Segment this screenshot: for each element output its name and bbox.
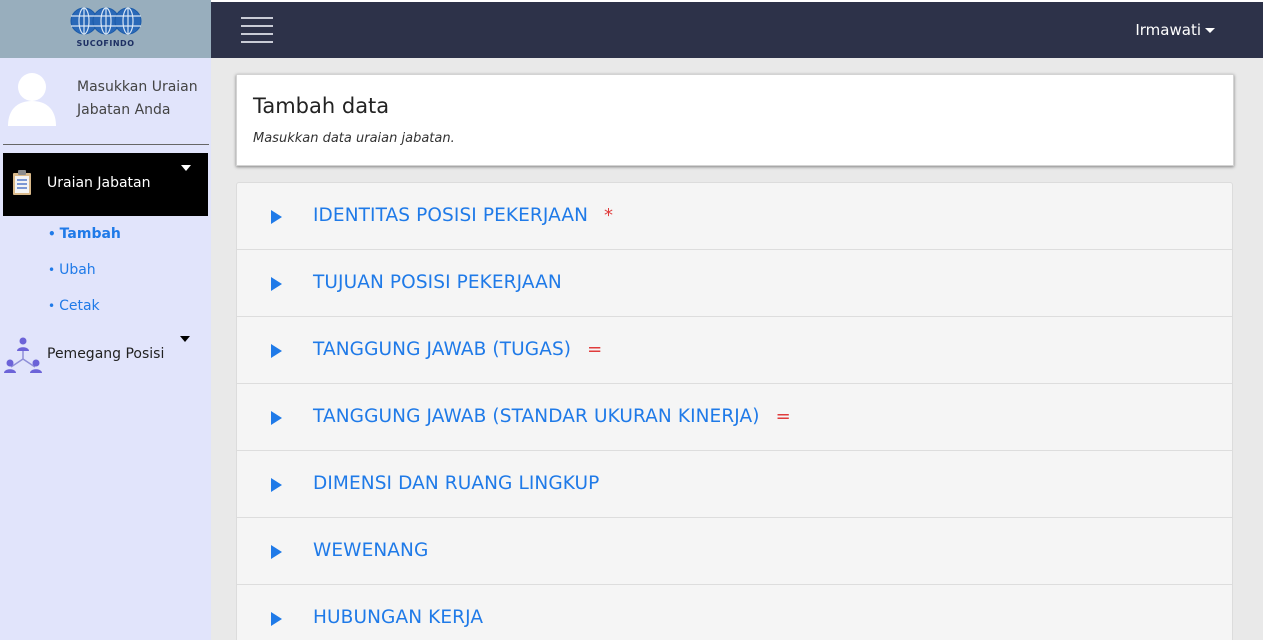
sidebar-item-label: Uraian Jabatan <box>47 175 151 191</box>
play-arrow-icon <box>271 411 282 425</box>
top-navbar: Irmawati <box>211 2 1263 58</box>
logo-text: SUCOFINDO <box>76 39 135 48</box>
accordion-item-title: DIMENSI DAN RUANG LINGKUP <box>313 473 600 494</box>
sidebar-item-label: Pemegang Posisi <box>47 346 165 362</box>
page-header-card: Tambah data Masukkan data uraian jabatan… <box>236 74 1234 166</box>
caret-down-icon <box>181 165 191 171</box>
accordion-item-tujuan[interactable]: TUJUAN POSISI PEKERJAAN <box>237 250 1232 317</box>
brand-logo[interactable]: SUCOFINDO <box>0 0 211 58</box>
accordion-item-tanggung-jawab-standar[interactable]: TANGGUNG JAWAB (STANDAR UKURAN KINERJA) = <box>237 384 1232 451</box>
caret-down-icon <box>1205 28 1215 33</box>
section-accordion: IDENTITAS POSISI PEKERJAAN * TUJUAN POSIS… <box>236 182 1233 640</box>
profile-description: Masukkan Uraian Jabatan Anda <box>77 79 198 118</box>
bullet-icon: • <box>48 299 56 313</box>
play-arrow-icon <box>271 277 282 291</box>
submenu-item-cetak[interactable]: • Cetak <box>48 298 100 314</box>
clipboard-icon <box>13 170 31 195</box>
status-mark: = <box>587 339 603 360</box>
required-asterisk: * <box>604 205 614 226</box>
sidebar-divider <box>3 144 209 145</box>
accordion-item-dimensi[interactable]: DIMENSI DAN RUANG LINGKUP <box>237 451 1232 518</box>
accordion-item-title: TUJUAN POSISI PEKERJAAN <box>313 272 562 293</box>
accordion-item-identitas[interactable]: IDENTITAS POSISI PEKERJAAN * <box>237 183 1232 250</box>
user-name: Irmawati <box>1135 21 1201 39</box>
sidebar-item-pemegang-posisi[interactable]: Pemegang Posisi <box>0 333 209 378</box>
play-arrow-icon <box>271 344 282 358</box>
accordion-item-title: WEWENANG <box>313 540 429 561</box>
submenu-label: Ubah <box>59 262 96 278</box>
user-menu-dropdown[interactable]: Irmawati <box>1135 21 1215 39</box>
caret-down-icon <box>180 336 190 342</box>
accordion-item-title: TANGGUNG JAWAB (STANDAR UKURAN KINERJA) = <box>313 406 791 427</box>
user-avatar-icon <box>8 73 56 126</box>
accordion-item-wewenang[interactable]: WEWENANG <box>237 518 1232 585</box>
status-mark: = <box>775 406 791 427</box>
play-arrow-icon <box>271 210 282 224</box>
accordion-item-title: TANGGUNG JAWAB (TUGAS) = <box>313 339 603 360</box>
accordion-item-hubungan-kerja[interactable]: HUBUNGAN KERJA <box>237 585 1232 640</box>
accordion-item-title: IDENTITAS POSISI PEKERJAAN * <box>313 205 614 226</box>
accordion-item-title: HUBUNGAN KERJA <box>313 607 484 628</box>
globe-logo-icon <box>70 7 142 35</box>
bullet-icon: • <box>48 227 56 241</box>
submenu-label: Tambah <box>59 226 121 242</box>
play-arrow-icon <box>271 545 282 559</box>
play-arrow-icon <box>271 478 282 492</box>
hamburger-menu-icon[interactable] <box>241 17 273 43</box>
play-arrow-icon <box>271 612 282 626</box>
submenu-item-tambah[interactable]: • Tambah <box>48 226 121 242</box>
people-network-icon <box>4 337 42 373</box>
page-title: Tambah data <box>253 94 390 118</box>
submenu-item-ubah[interactable]: • Ubah <box>48 262 96 278</box>
accordion-item-tanggung-jawab-tugas[interactable]: TANGGUNG JAWAB (TUGAS) = <box>237 317 1232 384</box>
submenu-label: Cetak <box>59 298 100 314</box>
page-subtitle: Masukkan data uraian jabatan. <box>253 131 455 146</box>
sidebar-item-uraian-jabatan[interactable]: Uraian Jabatan <box>3 153 208 216</box>
sidebar: Masukkan Uraian Jabatan Anda Uraian Jaba… <box>0 58 211 640</box>
bullet-icon: • <box>48 263 56 277</box>
